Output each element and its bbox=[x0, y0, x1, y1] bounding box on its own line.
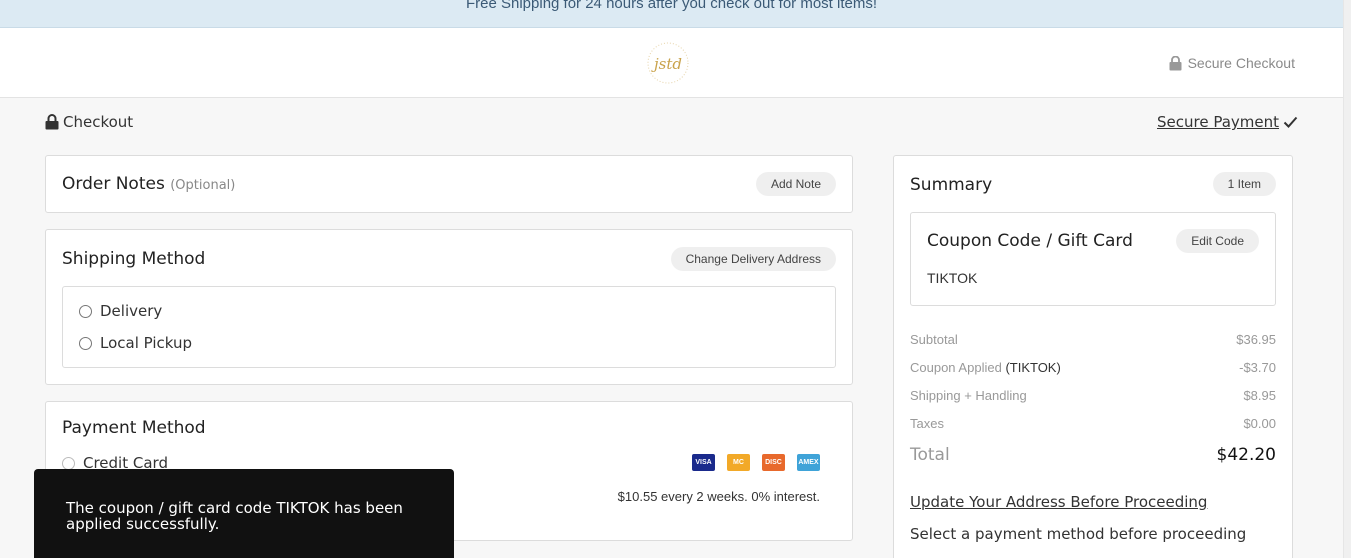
page-header: jstd Secure Checkout bbox=[0, 28, 1343, 98]
shipping-value: $8.95 bbox=[1243, 388, 1276, 403]
item-count-badge[interactable]: 1 Item bbox=[1212, 172, 1276, 196]
shipping-row: Shipping + Handling $8.95 bbox=[910, 388, 1276, 403]
amex-icon: AMEX bbox=[797, 454, 820, 471]
secure-checkout-label: Secure Checkout bbox=[1169, 55, 1295, 71]
select-payment-message: Select a payment method before proceedin… bbox=[910, 525, 1247, 543]
toast-message: The coupon / gift card code TIKTOK has b… bbox=[66, 499, 403, 533]
order-notes-card: Order Notes (Optional) Add Note bbox=[45, 155, 853, 213]
shipping-options: Delivery Local Pickup bbox=[62, 286, 836, 368]
subtotal-value: $36.95 bbox=[1236, 332, 1276, 347]
coupon-box: Coupon Code / Gift Card Edit Code TIKTOK bbox=[910, 212, 1276, 306]
taxes-label: Taxes bbox=[910, 416, 944, 431]
coupon-applied-label: Coupon Applied bbox=[910, 360, 1002, 375]
total-row: Total $42.20 bbox=[910, 445, 1276, 465]
delivery-label: Delivery bbox=[100, 302, 163, 320]
total-label: Total bbox=[910, 445, 950, 465]
order-notes-heading: Order Notes bbox=[62, 174, 165, 194]
shipping-label: Shipping + Handling bbox=[910, 388, 1027, 403]
order-summary: Summary 1 Item Coupon Code / Gift Card E… bbox=[893, 155, 1293, 558]
subtotal-row: Subtotal $36.95 bbox=[910, 332, 1276, 347]
shipping-method-card: Shipping Method Change Delivery Address … bbox=[45, 229, 853, 385]
coupon-title: Coupon Code / Gift Card bbox=[927, 231, 1133, 251]
secure-payment-text[interactable]: Secure Payment bbox=[1157, 113, 1279, 131]
edit-code-button[interactable]: Edit Code bbox=[1176, 229, 1259, 253]
mastercard-icon: MC bbox=[727, 454, 750, 471]
payment-method-title: Payment Method bbox=[62, 418, 206, 438]
discover-icon: DISC bbox=[762, 454, 785, 471]
card-brand-icons: VISA MC DISC AMEX bbox=[692, 454, 820, 471]
change-delivery-address-button[interactable]: Change Delivery Address bbox=[670, 247, 836, 271]
optional-label: (Optional) bbox=[170, 178, 236, 193]
local-pickup-radio[interactable] bbox=[79, 336, 92, 350]
local-pickup-option[interactable]: Local Pickup bbox=[79, 334, 192, 352]
subtotal-label: Subtotal bbox=[910, 332, 958, 347]
delivery-option[interactable]: Delivery bbox=[79, 302, 162, 320]
update-address-link[interactable]: Update Your Address Before Proceeding bbox=[910, 493, 1207, 511]
delivery-radio[interactable] bbox=[79, 304, 92, 318]
coupon-toast: The coupon / gift card code TIKTOK has b… bbox=[34, 469, 454, 558]
coupon-code: TIKTOK bbox=[927, 270, 978, 286]
add-note-button[interactable]: Add Note bbox=[755, 172, 836, 196]
store-logo[interactable]: jstd bbox=[644, 41, 692, 85]
visa-icon: VISA bbox=[692, 454, 715, 471]
shipping-method-title: Shipping Method bbox=[62, 249, 206, 269]
svg-text:jstd: jstd bbox=[651, 55, 682, 73]
summary-title: Summary bbox=[910, 175, 993, 195]
local-pickup-label: Local Pickup bbox=[100, 334, 193, 352]
order-notes-title: Order Notes (Optional) bbox=[62, 174, 235, 194]
checkout-label: Checkout bbox=[63, 113, 134, 131]
credit-card-radio[interactable] bbox=[62, 456, 75, 470]
lock-icon bbox=[45, 114, 59, 130]
coupon-applied-code: (TIKTOK) bbox=[1005, 360, 1061, 375]
logo-icon: jstd bbox=[647, 42, 689, 84]
taxes-row: Taxes $0.00 bbox=[910, 416, 1276, 431]
total-value: $42.20 bbox=[1216, 445, 1276, 465]
banner-text: Free Shipping for 24 hours after you che… bbox=[465, 0, 878, 12]
checkmark-icon bbox=[1283, 116, 1298, 128]
secure-checkout-text: Secure Checkout bbox=[1187, 55, 1295, 71]
shipping-banner: Free Shipping for 24 hours after you che… bbox=[0, 0, 1343, 28]
lock-icon bbox=[1169, 55, 1182, 70]
secure-payment-link[interactable]: Secure Payment bbox=[1157, 113, 1298, 131]
taxes-value: $0.00 bbox=[1243, 416, 1276, 431]
coupon-row: Coupon Applied (TIKTOK) -$3.70 bbox=[910, 360, 1276, 375]
checkout-heading: Checkout bbox=[45, 113, 133, 131]
coupon-value: -$3.70 bbox=[1239, 360, 1276, 375]
page-scrollbar[interactable] bbox=[1343, 0, 1351, 558]
installment-text: $10.55 every 2 weeks. 0% interest. bbox=[617, 489, 820, 504]
